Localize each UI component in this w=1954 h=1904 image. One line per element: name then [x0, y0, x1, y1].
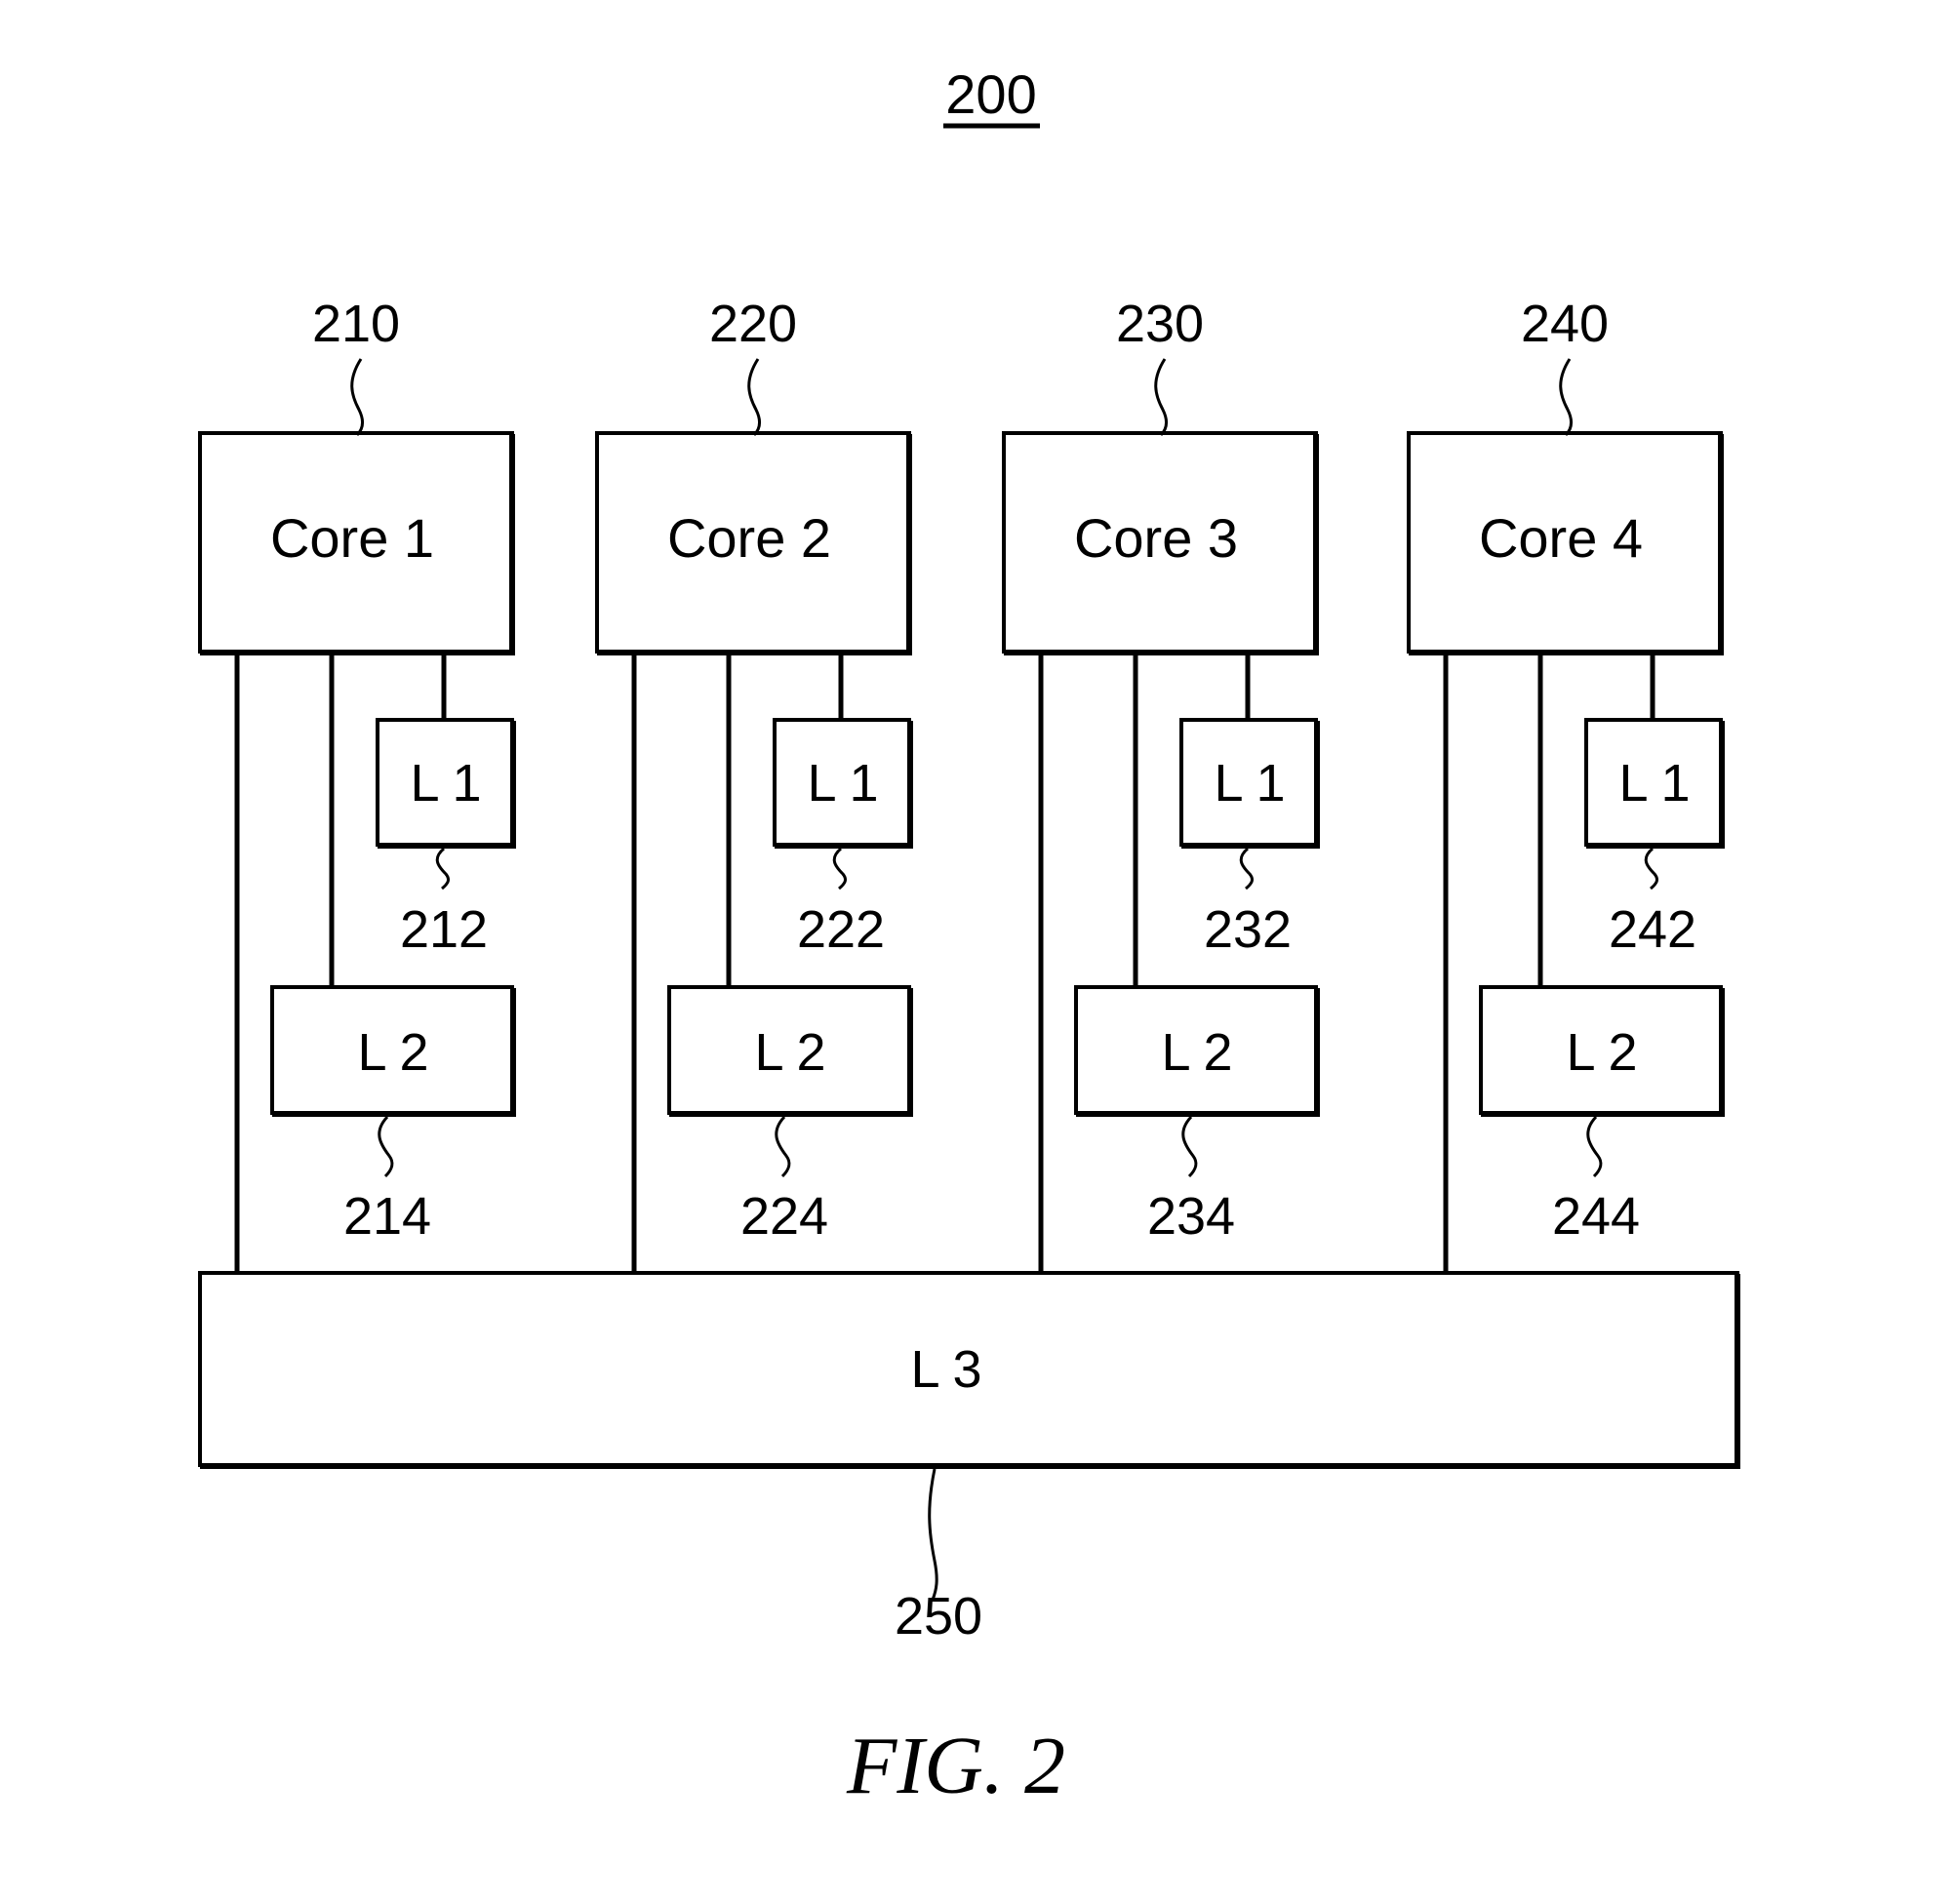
- l3-cache-label: L 3: [910, 1340, 981, 1399]
- core-1-label: Core 1: [270, 507, 434, 569]
- core-4-l1-label: L 1: [1618, 754, 1690, 813]
- figure-ref-number: 200: [945, 63, 1036, 125]
- core-2-l1-label: L 1: [807, 754, 878, 813]
- core-2-label: Core 2: [667, 507, 831, 569]
- core-2-l2-label: L 2: [754, 1023, 825, 1082]
- core-4-l1-ref: 242: [1609, 900, 1696, 959]
- core-4-leader-line: [1559, 358, 1574, 437]
- core-3-l1-label: L 1: [1214, 754, 1285, 813]
- core-2-l1-ref: 222: [797, 900, 885, 959]
- core-4-ref: 240: [1521, 295, 1609, 353]
- l3-cache-ref: 250: [895, 1587, 982, 1646]
- core-4-l2-ref: 244: [1552, 1187, 1640, 1246]
- core-1-l2-leader-line: [378, 1115, 394, 1178]
- core-4-l1-leader-line: [1644, 847, 1659, 891]
- cores-layer: Core 1 210 L 1 212 L 2 214 Core 2 220 L 1 222 L 2 2…: [198, 295, 1725, 1273]
- core-2-leader-line: [747, 358, 762, 437]
- core-1-l1-leader-line: [435, 847, 451, 891]
- l3-cache-leader-line: [928, 1468, 938, 1601]
- core-4-group: Core 4 240 L 1 242 L 2 244: [1407, 295, 1725, 1273]
- core-2-l2-ref: 224: [740, 1187, 828, 1246]
- core-4-l2-leader-line: [1586, 1115, 1603, 1178]
- core-1-ref: 210: [312, 295, 400, 353]
- core-3-l1-ref: 232: [1204, 900, 1292, 959]
- core-1-l2-label: L 2: [357, 1023, 428, 1082]
- core-3-ref: 230: [1116, 295, 1204, 353]
- core-2-group: Core 2 220 L 1 222 L 2 224: [595, 295, 913, 1273]
- l3-cache: L 3 250: [198, 1271, 1740, 1646]
- core-1-leader-line: [350, 358, 365, 437]
- core-3-l2-label: L 2: [1161, 1023, 1232, 1082]
- core-2-l1-leader-line: [832, 847, 848, 891]
- core-3-l1-leader-line: [1239, 847, 1255, 891]
- figure-caption: FIG. 2: [846, 1721, 1065, 1811]
- core-1-l1-ref: 212: [400, 900, 488, 959]
- core-1-l2-ref: 214: [343, 1187, 431, 1246]
- core-1-group: Core 1 210 L 1 212 L 2 214: [198, 295, 516, 1273]
- multicore-cache-diagram: 200 L 3 250 Core 1 210 L 1 212 L 2 214 Core 2 2…: [198, 63, 1740, 1811]
- core-2-l2-leader-line: [775, 1115, 791, 1178]
- core-3-group: Core 3 230 L 1 232 L 2 234: [1002, 295, 1320, 1273]
- core-1-l1-label: L 1: [410, 754, 481, 813]
- core-4-label: Core 4: [1479, 507, 1643, 569]
- core-4-l2-label: L 2: [1566, 1023, 1637, 1082]
- figure-ref: 200: [943, 63, 1040, 129]
- core-3-label: Core 3: [1074, 507, 1238, 569]
- core-2-ref: 220: [709, 295, 797, 353]
- core-3-l2-ref: 234: [1147, 1187, 1235, 1246]
- core-3-leader-line: [1154, 358, 1169, 437]
- core-3-l2-leader-line: [1181, 1115, 1198, 1178]
